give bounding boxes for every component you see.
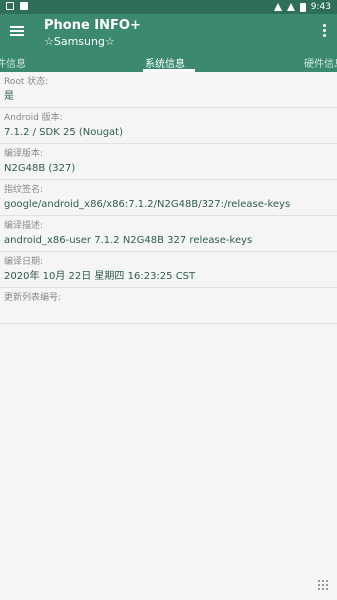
item-label: 编译日期: [4, 257, 44, 267]
status-left-icons [6, 2, 28, 10]
item-label: 编译版本: [4, 149, 44, 159]
signal-icon [286, 3, 295, 11]
item-value: 7.1.2 / SDK 25 (Nougat) [4, 127, 123, 138]
notification-a-icon [20, 2, 28, 10]
grid-icon[interactable] [318, 580, 328, 590]
app-title: Phone INFO+ [44, 18, 141, 33]
battery-icon [299, 2, 306, 12]
item-value: N2G48B (327) [4, 163, 76, 174]
list-item-android-version[interactable]: Android 版本: 7.1.2 / SDK 25 (Nougat) [0, 108, 337, 144]
item-value: android_x86-user 7.1.2 N2G48B 327 releas… [4, 235, 253, 246]
tab-component-info[interactable]: 件信息 [0, 55, 26, 70]
item-label: Android 版本: [4, 113, 63, 123]
overflow-menu-icon[interactable] [323, 24, 327, 39]
item-label: 指纹签名: [4, 185, 44, 195]
item-value: google/android_x86/x86:7.1.2/N2G48B/327:… [4, 199, 291, 210]
status-bar: 9:43 [0, 0, 337, 14]
item-label: 更新列表编号: [4, 293, 62, 303]
hamburger-menu-icon[interactable] [10, 24, 24, 38]
list-item-build-date[interactable]: 编译日期: 2020年 10月 22日 星期四 16:23:25 CST [0, 252, 337, 288]
list-item-root-status[interactable]: Root 状态: 是 [0, 72, 337, 108]
status-time: 9:43 [310, 2, 331, 12]
item-value: 是 [4, 91, 14, 102]
app-bar: Phone INFO+ ☆Samsung☆ [0, 14, 337, 50]
notification-square-icon [6, 2, 14, 10]
item-label: Root 状态: [4, 77, 49, 87]
list-item-build-version[interactable]: 编译版本: N2G48B (327) [0, 144, 337, 180]
item-label: 编译描述: [4, 221, 44, 231]
tab-system-info[interactable]: 系统信息 [145, 55, 185, 70]
list-item-build-description[interactable]: 编译描述: android_x86-user 7.1.2 N2G48B 327 … [0, 216, 337, 252]
wifi-icon [273, 3, 282, 11]
system-info-list: Root 状态: 是 Android 版本: 7.1.2 / SDK 25 (N… [0, 72, 337, 324]
app-subtitle: ☆Samsung☆ [44, 35, 115, 48]
tab-bar: 件信息 系统信息 硬件信息 [0, 50, 337, 72]
tab-hardware-info[interactable]: 硬件信息 [304, 55, 337, 70]
list-item-update-list-number[interactable]: 更新列表编号: [0, 288, 337, 324]
item-value: 2020年 10月 22日 星期四 16:23:25 CST [4, 271, 196, 282]
status-right-icons: 9:43 [273, 2, 331, 12]
list-item-fingerprint[interactable]: 指纹签名: google/android_x86/x86:7.1.2/N2G48… [0, 180, 337, 216]
